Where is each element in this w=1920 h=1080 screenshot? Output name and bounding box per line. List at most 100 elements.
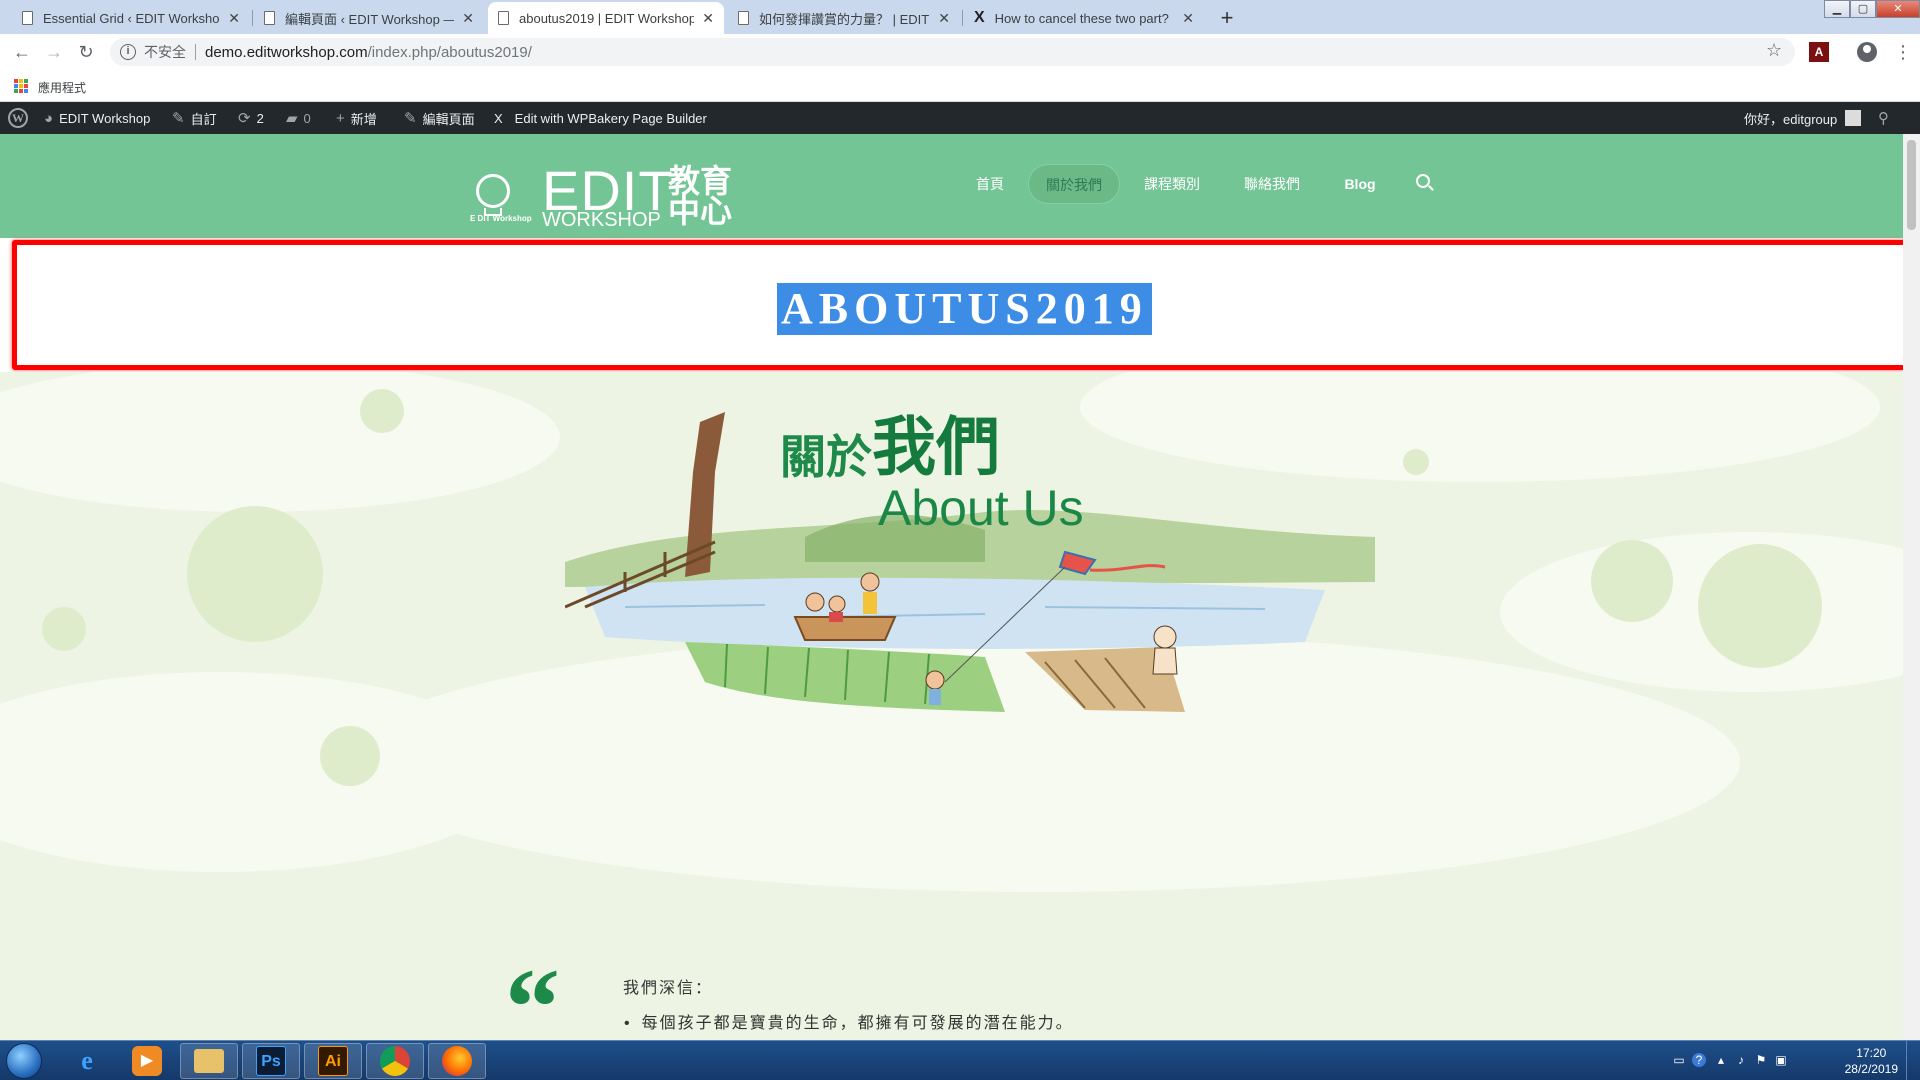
- bookmark-star-icon[interactable]: ☆: [1766, 40, 1782, 61]
- logo-workshop-text: WORKSHOP: [542, 209, 661, 231]
- plus-icon: +: [336, 109, 345, 127]
- wordpress-logo-icon: W: [8, 108, 28, 128]
- account-icon[interactable]: [1857, 42, 1877, 62]
- decorative-circle: [360, 389, 404, 433]
- greeting-label: 你好，editgroup: [1744, 111, 1838, 127]
- nav-contact-us[interactable]: 聯絡我們: [1240, 164, 1304, 204]
- forward-arrow-icon[interactable]: →: [42, 40, 66, 64]
- wpbakery-label: Edit with WPBakery Page Builder: [514, 110, 707, 126]
- apps-bookmark[interactable]: 應用程式: [38, 79, 86, 96]
- start-button[interactable]: [6, 1043, 42, 1079]
- address-bar[interactable]: i 不安全 demo.editworkshop.com/index.php/ab…: [110, 38, 1795, 66]
- browser-menu-icon[interactable]: ⋮: [1894, 38, 1912, 66]
- document-icon: [264, 11, 275, 25]
- brush-icon: ✎: [172, 110, 185, 127]
- browser-tab[interactable]: 如何發揮讚賞的力量？ | EDIT W ✕: [728, 2, 960, 34]
- decorative-circle: [1403, 449, 1429, 475]
- logo-tiny-text: E DIT Workshop: [470, 214, 532, 223]
- wpbakery-icon: X: [494, 110, 503, 126]
- tab-separator: [962, 10, 963, 26]
- tab-title: 如何發揮讚賞的力量？ | EDIT W: [759, 11, 931, 27]
- close-tab-icon[interactable]: ✕: [1182, 10, 1194, 27]
- acrobat-extension-icon[interactable]: A: [1809, 42, 1829, 62]
- page-scrollbar[interactable]: [1903, 134, 1920, 1040]
- nav-course-categories[interactable]: 課程類別: [1140, 164, 1204, 204]
- edit-page-menu[interactable]: ✎ 編輯頁面: [404, 102, 475, 134]
- close-tab-icon[interactable]: ✕: [938, 10, 950, 27]
- internet-explorer-icon[interactable]: e: [58, 1043, 116, 1079]
- back-arrow-icon[interactable]: ←: [10, 40, 34, 64]
- close-tab-icon[interactable]: ✕: [702, 10, 714, 27]
- background-cloud: [0, 372, 560, 512]
- belief-list-item: 每個孩子都是寶貴的生命，都擁有可發展的潛在能力。: [624, 1009, 1074, 1033]
- wordpress-logo-menu[interactable]: W: [8, 102, 28, 134]
- comments-menu[interactable]: ▰ 0: [286, 102, 311, 134]
- wpbakery-menu[interactable]: X Edit with WPBakery Page Builder: [494, 102, 707, 134]
- dashboard-icon: ◕: [44, 109, 54, 127]
- file-explorer-icon[interactable]: [180, 1043, 238, 1079]
- network-icon[interactable]: ▣: [1774, 1053, 1788, 1067]
- apps-grid-icon[interactable]: [14, 79, 28, 93]
- about-us-content: 關於 我們 About Us “ 我們深信： 每個孩子都是寶貴的生命，都擁有可發…: [0, 372, 1903, 1040]
- hero-heading-chinese-large: 我們: [872, 411, 1000, 483]
- tab-title: Essential Grid ‹ EDIT Workshop: [43, 10, 221, 26]
- hero-heading-english: About Us: [878, 480, 1084, 536]
- search-icon[interactable]: [1416, 174, 1430, 188]
- document-icon: [22, 11, 33, 25]
- close-window-button[interactable]: ✕: [1876, 0, 1920, 18]
- customize-menu[interactable]: ✎ 自訂: [172, 102, 217, 134]
- url-path: /index.php/aboutus2019/: [367, 43, 532, 61]
- keyboard-icon[interactable]: ▭: [1672, 1053, 1686, 1067]
- admin-search[interactable]: ⚲: [1878, 102, 1895, 134]
- x-logo-icon: X: [974, 9, 985, 26]
- info-icon[interactable]: i: [120, 44, 136, 60]
- illustrator-icon[interactable]: Ai: [304, 1043, 362, 1079]
- close-tab-icon[interactable]: ✕: [228, 10, 240, 27]
- new-label: 新增: [350, 111, 377, 127]
- photoshop-icon[interactable]: Ps: [242, 1043, 300, 1079]
- help-icon[interactable]: ?: [1692, 1053, 1706, 1067]
- media-player-icon[interactable]: ▶: [118, 1043, 176, 1079]
- system-clock[interactable]: 17:20 28/2/2019: [1845, 1045, 1898, 1077]
- browser-tab[interactable]: 編輯頁面 ‹ EDIT Workshop — W ✕: [254, 2, 484, 34]
- browser-tab[interactable]: Essential Grid ‹ EDIT Workshop ✕: [12, 2, 250, 34]
- close-tab-icon[interactable]: ✕: [462, 10, 474, 27]
- nav-about-us[interactable]: 關於我們: [1028, 164, 1120, 204]
- wp-admin-bar: W ◕ EDIT Workshop ✎ 自訂 ⟳ 2 ▰ 0 + 新增 ✎ 編輯…: [0, 102, 1920, 134]
- updates-count: 2: [256, 110, 264, 126]
- new-content-menu[interactable]: + 新增: [336, 102, 377, 134]
- show-desktop-button[interactable]: [1906, 1041, 1920, 1080]
- my-account-menu[interactable]: 你好，editgroup: [1744, 102, 1862, 134]
- site-name-menu[interactable]: ◕ EDIT Workshop: [44, 102, 150, 134]
- browser-tab-active[interactable]: aboutus2019 | EDIT Workshop ✕: [488, 2, 724, 34]
- quote-mark-icon: “: [505, 946, 560, 1040]
- reload-icon[interactable]: ↻: [74, 40, 98, 64]
- updates-menu[interactable]: ⟳ 2: [238, 102, 264, 134]
- clock-time: 17:20: [1856, 1046, 1887, 1060]
- site-header: E DIT Workshop EDIT WORKSHOP 教育中心 首頁 關於我…: [0, 134, 1903, 238]
- new-tab-button[interactable]: +: [1213, 4, 1241, 32]
- tab-title: aboutus2019 | EDIT Workshop: [519, 10, 695, 26]
- document-icon: [498, 11, 509, 25]
- url-host: demo.editworkshop.com: [205, 43, 368, 61]
- nav-blog[interactable]: Blog: [1340, 164, 1380, 204]
- action-center-flag-icon[interactable]: ⚑: [1754, 1053, 1768, 1067]
- decorative-circle: [187, 506, 323, 642]
- minimize-button[interactable]: ▁: [1824, 0, 1850, 18]
- maximize-button[interactable]: ▢: [1850, 0, 1876, 18]
- comments-count: 0: [303, 110, 311, 126]
- document-icon: [738, 11, 749, 25]
- system-tray: ▭ ? ▴ ♪ ⚑ ▣ 17:20 28/2/2019: [1660, 1041, 1920, 1080]
- nav-home[interactable]: 首頁: [972, 164, 1008, 204]
- volume-icon[interactable]: ♪: [1734, 1053, 1748, 1067]
- decorative-circle: [1698, 544, 1822, 668]
- clock-date: 28/2/2019: [1844, 1062, 1898, 1076]
- chrome-icon[interactable]: [366, 1043, 424, 1079]
- scrollbar-thumb[interactable]: [1907, 140, 1916, 230]
- security-label: 不安全: [144, 44, 186, 60]
- hero-heading-chinese-small: 關於: [780, 431, 872, 483]
- firefox-icon[interactable]: [428, 1043, 486, 1079]
- show-hidden-icons-icon[interactable]: ▴: [1714, 1053, 1728, 1067]
- browser-tab[interactable]: X How to cancel these two part? ✕: [964, 2, 1204, 34]
- page-title: ABOUTUS2019: [777, 283, 1152, 335]
